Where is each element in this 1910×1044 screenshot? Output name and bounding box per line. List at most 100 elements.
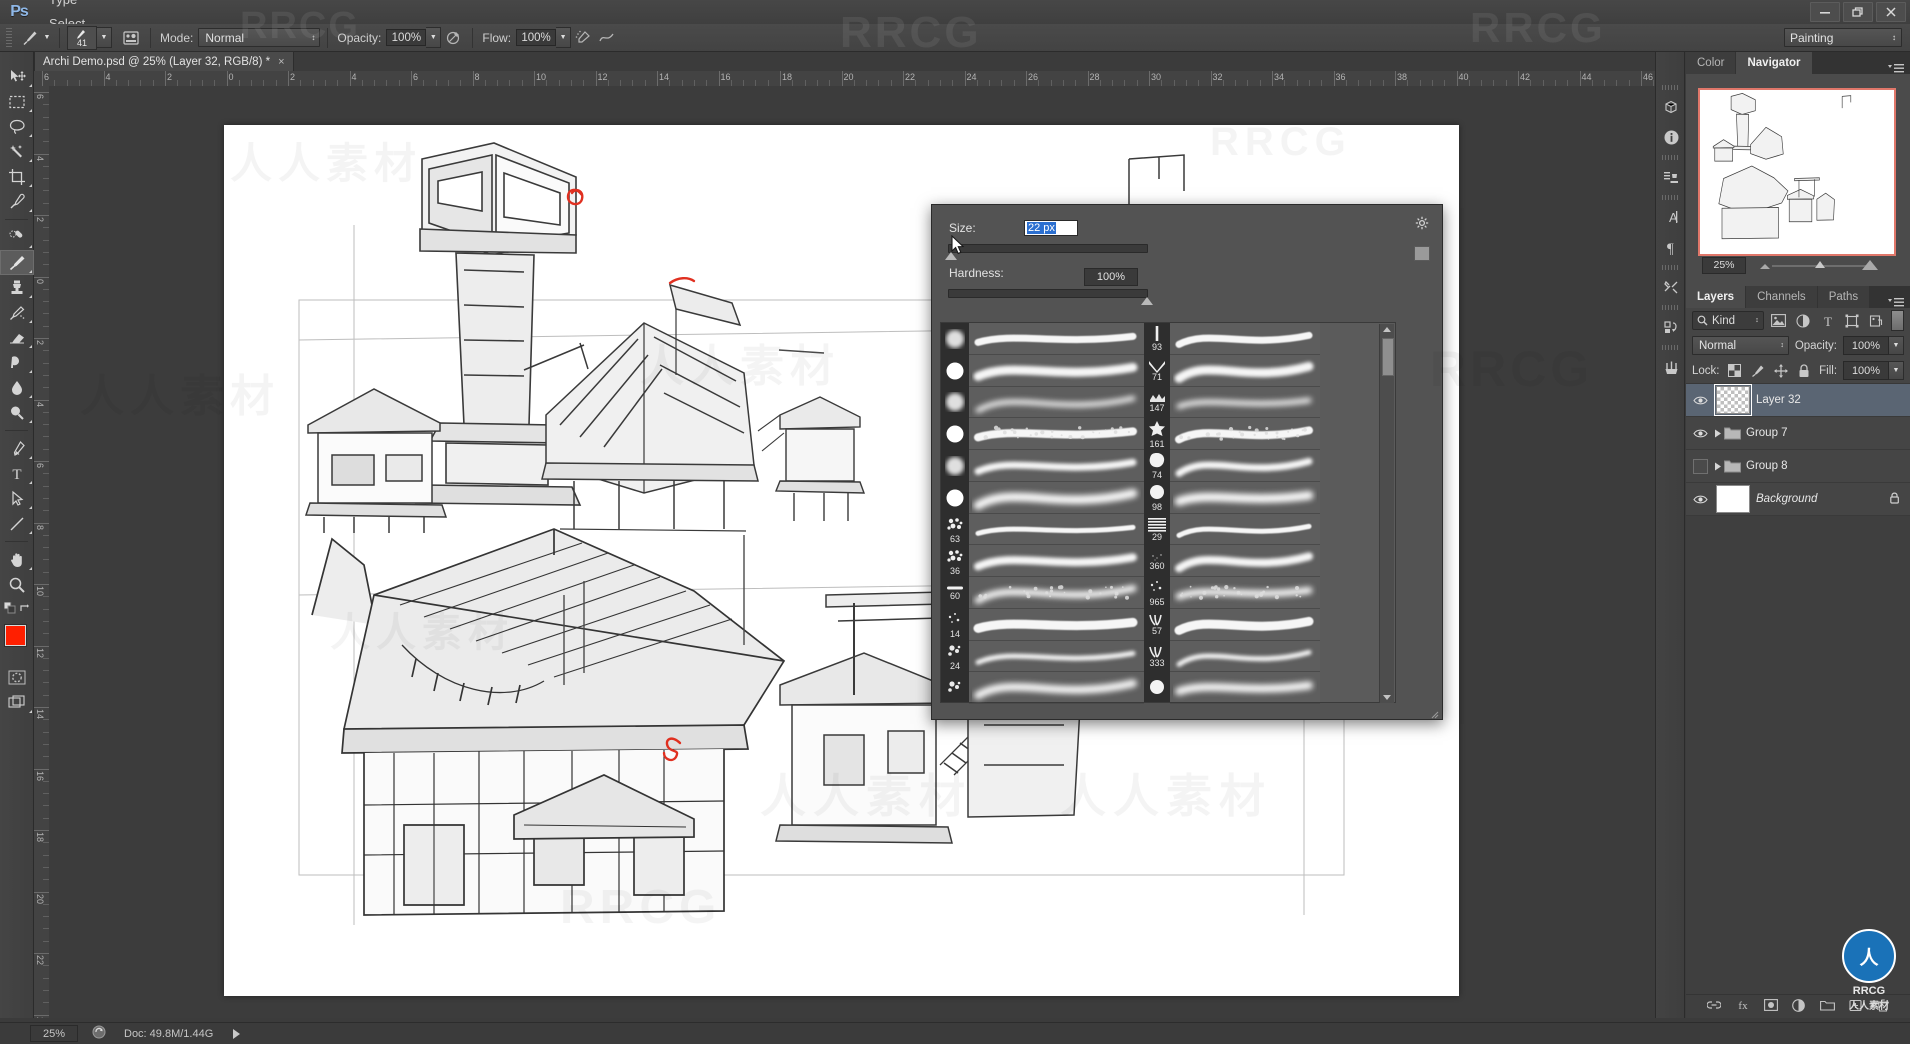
- shape-filter-icon[interactable]: [1843, 311, 1861, 330]
- layer-thumbnail[interactable]: [1716, 386, 1750, 414]
- brush-stroke-preview[interactable]: [969, 672, 1144, 704]
- rail-grip[interactable]: [1662, 155, 1678, 160]
- fill-dropdown-icon[interactable]: ▼: [1889, 361, 1904, 380]
- brush-preset-dropdown[interactable]: ▼: [97, 27, 112, 48]
- tab-layers[interactable]: Layers: [1686, 286, 1746, 308]
- eyedropper-tool[interactable]: [0, 189, 34, 214]
- smart-object-filter-icon[interactable]: [1867, 311, 1885, 330]
- vertical-ruler[interactable]: 642024681012141618202224262830: [34, 86, 50, 1018]
- brush-thumbnail[interactable]: 74: [1144, 450, 1170, 482]
- brush-stroke-preview[interactable]: [969, 418, 1144, 450]
- brush-stroke-preview[interactable]: [1170, 482, 1320, 514]
- character-panel-icon[interactable]: A: [1656, 202, 1686, 232]
- blur-tool[interactable]: [0, 375, 34, 400]
- brush-thumbnail[interactable]: 333: [1144, 641, 1170, 673]
- brush-stroke-preview[interactable]: [1170, 514, 1320, 546]
- brush-thumbnail[interactable]: 29: [1144, 514, 1170, 546]
- brush-tool[interactable]: [0, 250, 34, 275]
- history-brush-tool[interactable]: [0, 300, 34, 325]
- layer-opacity-control[interactable]: 100% ▼: [1843, 336, 1904, 355]
- navigator-zoom-value[interactable]: 25%: [1702, 257, 1746, 274]
- layer-opacity-value[interactable]: 100%: [1843, 336, 1889, 355]
- lasso-tool[interactable]: [0, 114, 34, 139]
- actions-panel-icon[interactable]: [1656, 312, 1686, 342]
- brush-thumbnail[interactable]: 63: [941, 514, 969, 546]
- opacity-dropdown-icon[interactable]: ▼: [1889, 336, 1904, 355]
- layer-name[interactable]: Group 8: [1746, 460, 1788, 472]
- opacity-dropdown[interactable]: ▼: [426, 27, 441, 48]
- filter-toggle-icon[interactable]: [1891, 310, 1904, 331]
- rail-grip[interactable]: [1662, 195, 1678, 200]
- brush-stroke-preview[interactable]: [1170, 545, 1320, 577]
- brush-hardness-input[interactable]: 100%: [1084, 268, 1138, 286]
- quick-mask-button[interactable]: [0, 665, 34, 690]
- lock-transparent-pixels-icon[interactable]: [1726, 362, 1743, 380]
- brush-stroke-preview[interactable]: [969, 609, 1144, 641]
- close-button[interactable]: [1876, 2, 1906, 22]
- brush-thumbnail[interactable]: 360: [1144, 545, 1170, 577]
- brush-thumbnail[interactable]: 93: [1144, 323, 1170, 355]
- eye-visible-icon[interactable]: [1688, 384, 1712, 416]
- layer-name[interactable]: Background: [1756, 493, 1817, 505]
- lock-position-icon[interactable]: [1772, 362, 1789, 380]
- screen-mode-button[interactable]: [0, 690, 34, 715]
- brush-presets-panel-icon[interactable]: [1656, 352, 1686, 382]
- flow-input[interactable]: 100%: [516, 29, 556, 46]
- brush-thumbnail[interactable]: 965: [1144, 577, 1170, 609]
- brush-thumbnail[interactable]: 36: [941, 545, 969, 577]
- rail-grip[interactable]: [1662, 85, 1678, 90]
- eraser-tool[interactable]: [0, 325, 34, 350]
- brush-thumbnail[interactable]: 14: [941, 609, 969, 641]
- new-group-icon[interactable]: [1820, 999, 1835, 1014]
- brush-stroke-preview[interactable]: [1170, 418, 1320, 450]
- options-bar-grip[interactable]: [6, 28, 12, 48]
- brush-stroke-preview[interactable]: [1170, 323, 1320, 355]
- brush-thumbnail[interactable]: 147: [1144, 387, 1170, 419]
- scroll-down-arrow-icon[interactable]: [1383, 695, 1391, 700]
- brush-stroke-preview[interactable]: [969, 387, 1144, 419]
- panel-menu-icon[interactable]: [1882, 297, 1910, 308]
- path-selection-tool[interactable]: [0, 486, 34, 511]
- type-tool[interactable]: T: [0, 461, 34, 486]
- layer-fill-control[interactable]: 100% ▼: [1843, 361, 1904, 380]
- layer-name[interactable]: Layer 32: [1756, 394, 1801, 406]
- brush-stroke-preview[interactable]: [1170, 641, 1320, 673]
- layer-row[interactable]: Group 8: [1686, 450, 1910, 483]
- layer-fill-value[interactable]: 100%: [1843, 361, 1889, 380]
- layer-row[interactable]: Group 7: [1686, 417, 1910, 450]
- tool-preset-chevron-icon[interactable]: ▼: [42, 34, 52, 41]
- play-arrow-icon[interactable]: [233, 1029, 240, 1039]
- brush-stroke-preview[interactable]: [1170, 577, 1320, 609]
- layer-row[interactable]: Layer 32: [1686, 384, 1910, 417]
- group-expand-arrow-icon[interactable]: [1712, 429, 1724, 438]
- brush-list-scrollbar[interactable]: [1379, 324, 1394, 703]
- scroll-up-arrow-icon[interactable]: [1383, 327, 1391, 332]
- line-tool[interactable]: [0, 511, 34, 536]
- eye-visible-icon[interactable]: [1688, 483, 1712, 515]
- brush-thumbnail[interactable]: [941, 355, 969, 387]
- brush-stroke-preview[interactable]: [969, 514, 1144, 546]
- layer-blend-mode-select[interactable]: Normal ↕: [1692, 336, 1789, 355]
- smoothing-icon[interactable]: [595, 27, 619, 49]
- tab-channels[interactable]: Channels: [1746, 286, 1818, 308]
- brush-thumbnail[interactable]: 71: [1144, 355, 1170, 387]
- tool-presets-panel-icon[interactable]: [1656, 272, 1686, 302]
- history-panel-icon[interactable]: [1656, 162, 1686, 192]
- tab-navigator[interactable]: Navigator: [1736, 52, 1812, 74]
- foreground-color-swatch[interactable]: [5, 625, 26, 646]
- brush-stroke-preview[interactable]: [969, 355, 1144, 387]
- brush-thumbnail[interactable]: 24: [941, 641, 969, 673]
- layer-row[interactable]: Background: [1686, 483, 1910, 516]
- navigator-zoom-slider[interactable]: [1754, 258, 1886, 273]
- crop-tool[interactable]: [0, 164, 34, 189]
- pixel-filter-icon[interactable]: [1770, 311, 1788, 330]
- flow-dropdown[interactable]: ▼: [556, 27, 571, 48]
- layer-name[interactable]: Group 7: [1746, 427, 1788, 439]
- navigator-thumbnail[interactable]: [1698, 88, 1896, 256]
- brush-stroke-preview[interactable]: [1170, 387, 1320, 419]
- restore-button[interactable]: [1843, 2, 1873, 22]
- adjustment-filter-icon[interactable]: [1794, 311, 1812, 330]
- tab-paths[interactable]: Paths: [1818, 286, 1870, 308]
- brush-stroke-preview[interactable]: [1170, 450, 1320, 482]
- opacity-input[interactable]: 100%: [386, 29, 426, 46]
